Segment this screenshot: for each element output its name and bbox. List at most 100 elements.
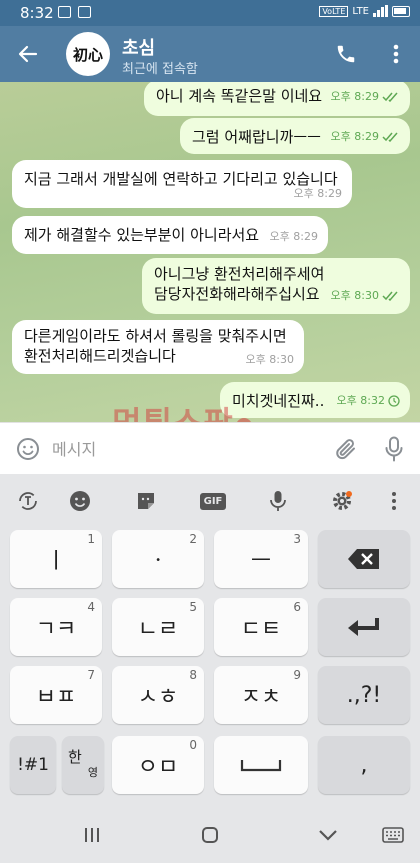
key-label: ㆍ: [147, 549, 169, 574]
message-time: 오후 8:29: [330, 130, 379, 143]
chat-area[interactable]: 아니 계속 똑같은말 이네요 오후 8:29 그럼 어째랍니까ㅡㅡ 오후 8:2…: [0, 82, 420, 422]
key-label: ㅈㅊ: [240, 685, 282, 710]
message-outgoing[interactable]: 그럼 어째랍니까ㅡㅡ 오후 8:29: [180, 118, 410, 154]
status-indicators: VoLTE LTE: [319, 5, 410, 17]
clock-icon: [388, 395, 400, 407]
watermark-text: 먹튀스팟: [112, 404, 234, 422]
emoji-button[interactable]: [12, 433, 44, 465]
key-0[interactable]: ㅇㅁ 0: [112, 736, 204, 794]
chat-header: 初心 초심 최근에 접속함: [0, 26, 420, 82]
recent-apps-button[interactable]: [72, 821, 112, 849]
message-time: 오후 8:29: [293, 187, 342, 200]
home-button[interactable]: [190, 821, 230, 849]
language-switch-key[interactable]: 한 영: [62, 736, 104, 794]
backspace-key[interactable]: [318, 530, 410, 588]
gif-button[interactable]: GIF: [196, 485, 230, 517]
key-number: 2: [189, 532, 197, 546]
chat-title[interactable]: 초심: [122, 34, 155, 60]
key-7[interactable]: ㅂㅍ 7: [10, 666, 102, 724]
key-5[interactable]: ㄴㄹ 5: [112, 598, 204, 656]
space-key[interactable]: [214, 736, 308, 794]
volte-icon: VoLTE: [319, 5, 349, 17]
key-3[interactable]: ㅡ3: [214, 530, 308, 588]
gallery-icon: [58, 6, 71, 18]
key-label: ㄱㅋ: [35, 617, 77, 642]
navigation-bar: [0, 807, 420, 863]
emoji-icon: [70, 491, 90, 511]
message-meta: 오후 8:29: [331, 126, 400, 148]
key-label: ,: [360, 752, 368, 778]
symbols-key[interactable]: !#1: [10, 736, 56, 794]
backspace-icon: [348, 549, 379, 569]
message-incoming[interactable]: 지금 그래서 개발실에 연락하고 기다리고 있습니다 오후 8:29: [12, 160, 352, 208]
space-icon: [240, 760, 282, 772]
message-meta: 오후 8:30: [331, 286, 400, 306]
keyboard-switch-button[interactable]: [378, 821, 408, 849]
key-8[interactable]: ㅅㅎ 8: [112, 666, 204, 724]
emoji-keyboard-button[interactable]: [64, 485, 96, 517]
key-9[interactable]: ㅈㅊ 9: [214, 666, 308, 724]
message-meta: 오후 8:32: [337, 390, 400, 412]
avatar[interactable]: 初心: [66, 32, 110, 76]
message-text: 제가 해결할수 있는부분이 아니라서요: [24, 226, 260, 244]
network-label: LTE: [352, 5, 369, 17]
microphone-icon: [270, 491, 286, 511]
text-editing-button[interactable]: [12, 485, 44, 517]
key-label: ㅇㅁ: [137, 755, 179, 780]
paperclip-icon: [336, 439, 355, 460]
message-time: 오후 8:32: [336, 394, 385, 407]
message-incoming[interactable]: 다른게임이라도 하셔서 롤링을 맞춰주시면 환전처리해드리겟습니다 오후 8:3…: [12, 320, 304, 374]
message-time: 오후 8:29: [269, 230, 318, 243]
back-button[interactable]: [10, 36, 46, 72]
more-options-button[interactable]: [378, 36, 414, 72]
battery-icon: [392, 5, 410, 17]
gear-icon: [333, 491, 352, 510]
hide-keyboard-button[interactable]: [308, 821, 348, 849]
microphone-icon: [385, 436, 403, 462]
message-incoming[interactable]: 제가 해결할수 있는부분이 아니라서요 오후 8:29: [12, 216, 328, 254]
comma-key[interactable]: ,: [318, 736, 410, 794]
sticker-icon: [138, 493, 154, 509]
map-pin-icon: [232, 414, 256, 422]
message-meta: 오후 8:29: [294, 183, 342, 205]
keyboard-more-button[interactable]: [378, 485, 410, 517]
keyboard: GIF ㅣ1 ㆍ2 ㅡ3 ㄱㅋ 4 ㄴㄹ 5 ㄷㅌ 6 ㅂㅍ 7 ㅅㅎ 8 ㅈㅊ 9 .,?…: [0, 474, 420, 807]
phone-icon: [337, 45, 355, 63]
message-input[interactable]: [52, 435, 312, 463]
call-button[interactable]: [328, 36, 364, 72]
key-number: 8: [189, 668, 197, 682]
message-time: 오후 8:29: [330, 90, 379, 103]
smiley-icon: [17, 438, 39, 460]
key-1[interactable]: ㅣ1: [10, 530, 102, 588]
voice-input-button[interactable]: [262, 485, 294, 517]
home-icon: [202, 827, 218, 843]
keyboard-settings-button[interactable]: [326, 485, 358, 517]
lang-korean-label: 한: [68, 748, 82, 766]
key-4[interactable]: ㄱㅋ 4: [10, 598, 102, 656]
sticker-button[interactable]: [130, 485, 162, 517]
keyboard-toolbar: GIF: [0, 474, 420, 528]
key-number: 4: [87, 600, 95, 614]
key-2[interactable]: ㆍ2: [112, 530, 204, 588]
key-6[interactable]: ㄷㅌ 6: [214, 598, 308, 656]
message-text: 지금 그래서 개발실에 연락하고 기다리고 있습니다: [24, 170, 338, 188]
key-number: 1: [87, 532, 95, 546]
voice-record-button[interactable]: [378, 433, 410, 465]
lang-english-label: 영: [87, 766, 98, 779]
avatar-text: 初心: [72, 45, 103, 64]
message-outgoing[interactable]: 아니 계속 똑같은말 이네요 오후 8:29: [144, 82, 410, 116]
key-label: ㅂㅍ: [35, 685, 77, 710]
punctuation-key[interactable]: .,?!: [318, 666, 410, 724]
message-composer: [0, 422, 420, 474]
attach-button[interactable]: [330, 433, 362, 465]
gif-label: GIF: [199, 492, 227, 510]
enter-key[interactable]: [318, 598, 410, 656]
key-label: !#1: [17, 755, 49, 775]
key-label: ㄴㄹ: [137, 617, 179, 642]
double-check-icon: [382, 92, 398, 102]
key-label: ㄷㅌ: [240, 617, 282, 642]
key-number: 6: [293, 600, 301, 614]
last-seen-status: 최근에 접속함: [122, 62, 198, 77]
message-line: 다른게임이라도 하셔서 롤링을 맞춰주시면: [24, 327, 287, 345]
message-outgoing[interactable]: 아니그냥 환전처리해주세여 담당자전화해라해주십시요 오후 8:30: [142, 258, 410, 314]
